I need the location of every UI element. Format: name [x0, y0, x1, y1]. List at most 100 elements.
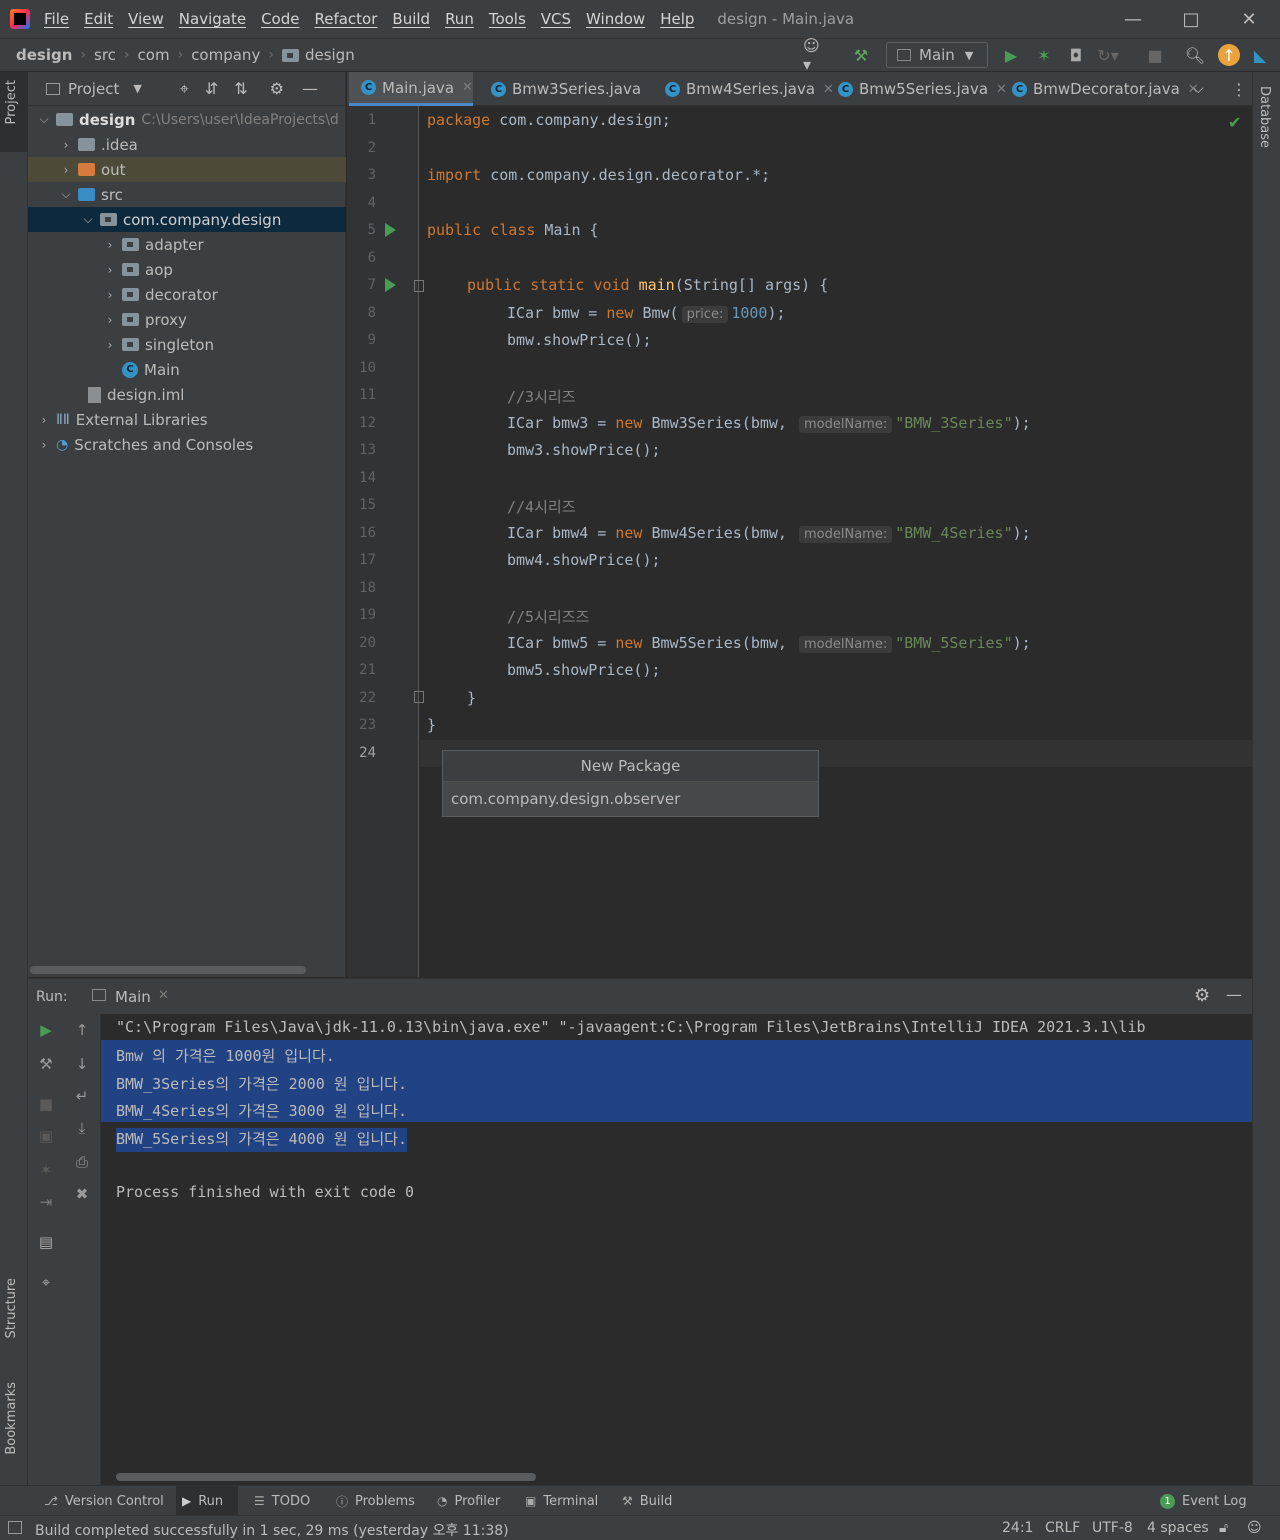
chevron-down-icon[interactable]: ⌵ [82, 212, 94, 227]
tree-item-design-iml[interactable]: design.iml [28, 382, 346, 407]
tree-item-scratches[interactable]: › ◔ Scratches and Consoles [28, 432, 346, 457]
scroll-to-end-icon[interactable]: ⤓ [72, 1118, 92, 1138]
tree-item-aop[interactable]: › aop [28, 257, 346, 282]
project-horizontal-scrollbar[interactable] [30, 966, 306, 974]
arrow-down-icon[interactable]: ↓ [72, 1054, 92, 1074]
project-view-select[interactable]: Project [68, 80, 119, 98]
breadcrumb-design-root[interactable]: design [16, 46, 72, 64]
profile-icon[interactable]: ↻▾ [1097, 44, 1119, 66]
expand-all-icon[interactable]: ⇵ [205, 79, 218, 98]
menu-file[interactable]: File [44, 10, 69, 28]
lock-icon[interactable]: 🔓︎ [1219, 1520, 1228, 1536]
tree-item-adapter[interactable]: › adapter [28, 232, 346, 257]
tree-item-out[interactable]: › out [28, 157, 346, 182]
run-main-gutter-icon[interactable] [385, 278, 396, 292]
tab-bmwdecorator-java[interactable]: C BmwDecorator.java ✕ [1006, 72, 1199, 106]
minimize-icon[interactable]: — [1104, 0, 1162, 38]
tree-item-decorator[interactable]: › decorator [28, 282, 346, 307]
menu-help[interactable]: Help [660, 10, 694, 28]
chevron-right-icon[interactable]: › [38, 413, 50, 427]
bookmarks-tool-label[interactable]: Bookmarks [4, 1382, 19, 1455]
tool-profiler[interactable]: ◔ Profiler [431, 1486, 506, 1516]
print-icon[interactable]: ⎙ [72, 1152, 92, 1172]
camera-icon[interactable]: ▣ [36, 1126, 56, 1146]
tree-item-idea[interactable]: › .idea [28, 132, 346, 157]
chevron-right-icon[interactable]: › [104, 338, 116, 352]
chevron-right-icon[interactable]: › [38, 438, 50, 452]
breadcrumb-com[interactable]: com [138, 46, 170, 64]
tab-bmw4series-java[interactable]: C Bmw4Series.java ✕ [659, 72, 834, 106]
menu-view[interactable]: View [128, 10, 164, 28]
tool-run[interactable]: ▶ Run [176, 1486, 238, 1516]
coverage-icon[interactable]: ◘ [1065, 44, 1087, 66]
tree-item-proxy[interactable]: › proxy [28, 307, 346, 332]
indent-setting[interactable]: 4 spaces [1147, 1520, 1209, 1536]
file-encoding[interactable]: UTF-8 [1092, 1520, 1133, 1536]
close-icon[interactable]: ✕ [462, 80, 473, 95]
database-tool-label[interactable]: Database [1257, 86, 1272, 148]
run-class-gutter-icon[interactable] [385, 223, 396, 237]
line-separator[interactable]: CRLF [1045, 1520, 1080, 1536]
gear-icon[interactable]: ⚙ [1194, 985, 1210, 1006]
project-tool-label[interactable]: Project [4, 80, 19, 124]
tool-problems[interactable]: ⓘ Problems [330, 1486, 421, 1516]
build-hammer-icon[interactable]: ⚒ [850, 44, 872, 66]
console-horizontal-scrollbar[interactable] [116, 1473, 536, 1481]
chevron-down-icon[interactable]: ⌵ [60, 187, 72, 202]
menu-tools[interactable]: Tools [489, 10, 526, 28]
chevron-right-icon[interactable]: › [104, 288, 116, 302]
menu-navigate[interactable]: Navigate [179, 10, 246, 28]
chevron-right-icon[interactable]: › [104, 238, 116, 252]
tree-item-singleton[interactable]: › singleton [28, 332, 346, 357]
soft-wrap-icon[interactable]: ↵ [72, 1086, 92, 1106]
more-icon[interactable]: ⋮ [1231, 72, 1247, 106]
menu-refactor[interactable]: Refactor [314, 10, 377, 28]
jetbrains-icon[interactable]: ◣ [1249, 44, 1271, 66]
menu-edit[interactable]: Edit [84, 10, 113, 28]
run-icon[interactable]: ▶ [1000, 44, 1022, 66]
tab-list-chevron-icon[interactable]: ⌵ [1193, 72, 1204, 106]
rerun-icon[interactable]: ▶ [36, 1020, 56, 1040]
stop-icon[interactable]: ■ [1144, 44, 1166, 66]
maximize-icon[interactable]: □ [1162, 0, 1220, 38]
menu-vcs[interactable]: VCS [541, 10, 571, 28]
chevron-right-icon[interactable]: › [104, 313, 116, 327]
close-icon[interactable]: ✕ [158, 988, 169, 1003]
run-tab-main[interactable]: Main [115, 988, 151, 1006]
layout-icon[interactable]: ▤ [36, 1232, 56, 1252]
status-message[interactable]: Build completed successfully in 1 sec, 2… [35, 1520, 509, 1540]
user-icon[interactable]: ☺▾ [803, 36, 825, 74]
restore-layout-icon[interactable]: ⇥ [36, 1192, 56, 1212]
caret-position[interactable]: 24:1 [1002, 1520, 1033, 1536]
tree-item-external-libraries[interactable]: › ⅡⅡ External Libraries [28, 407, 346, 432]
pin-icon[interactable]: ⌖ [36, 1272, 56, 1292]
chevron-down-icon[interactable]: ▼ [133, 82, 141, 95]
hide-icon[interactable]: — [1226, 985, 1242, 1004]
breadcrumb-company[interactable]: company [191, 46, 260, 64]
chevron-right-icon[interactable]: › [60, 163, 72, 177]
hide-icon[interactable]: — [302, 79, 318, 98]
locate-icon[interactable]: ⌖ [180, 79, 189, 99]
arrow-up-icon[interactable]: ↑ [72, 1020, 92, 1040]
wrench-icon[interactable]: ⚒ [36, 1054, 56, 1074]
tab-main-java[interactable]: C Main.java ✕ [349, 72, 473, 106]
run-configuration-select[interactable]: Main ▼ [886, 42, 988, 68]
tab-bmw3series-java[interactable]: C Bmw3Series.java [485, 72, 641, 106]
menu-build[interactable]: Build [392, 10, 430, 28]
debug-settings-icon[interactable]: ✶ [36, 1160, 56, 1180]
tool-event-log[interactable]: 1 Event Log [1154, 1486, 1253, 1516]
tool-version-control[interactable]: ⎇ Version Control [38, 1486, 170, 1516]
package-name-input[interactable]: com.company.design.observer [443, 782, 818, 816]
inspector-icon[interactable]: ☺ [1247, 1520, 1262, 1536]
tab-bmw5series-java[interactable]: C Bmw5Series.java ✕ [832, 72, 1007, 106]
chevron-down-icon[interactable]: ⌵ [38, 112, 50, 127]
tool-terminal[interactable]: ▣ Terminal [519, 1486, 604, 1516]
menu-window[interactable]: Window [586, 10, 645, 28]
tool-build[interactable]: ⚒ Build [616, 1486, 678, 1516]
tree-item-com-company-design[interactable]: ⌵ com.company.design [28, 207, 346, 232]
structure-tool-label[interactable]: Structure [4, 1278, 19, 1338]
collapse-all-icon[interactable]: ⇅ [234, 79, 247, 98]
tool-todo[interactable]: ☰ TODO [248, 1486, 316, 1516]
breadcrumb-src[interactable]: src [94, 46, 116, 64]
stop-icon[interactable]: ■ [36, 1094, 56, 1114]
